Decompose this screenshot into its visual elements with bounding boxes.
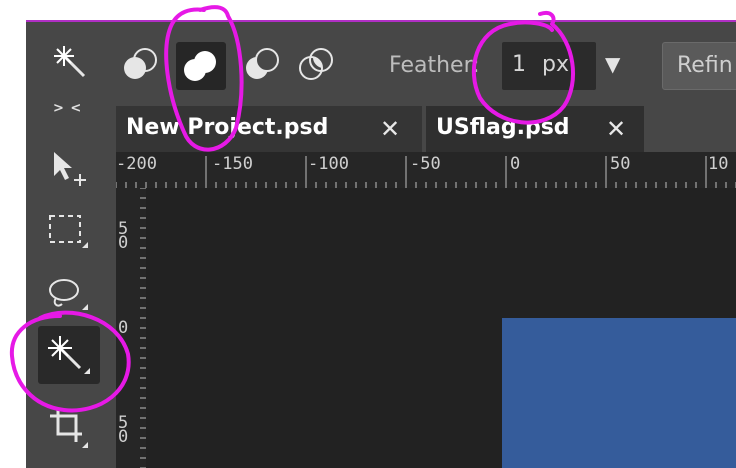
ruler-label: 5 0 (118, 413, 129, 447)
magic-wand-icon (50, 42, 92, 84)
crop-icon (50, 408, 88, 448)
tab-label: USflag.psd (436, 115, 570, 140)
feather-value: 1 (512, 52, 526, 77)
add-to-selection-icon (184, 51, 216, 81)
ruler-label: -100 (308, 154, 349, 174)
rectangular-marquee-icon (49, 215, 88, 248)
ruler-label: -150 (212, 154, 253, 174)
close-tab-icon[interactable]: ✕ (606, 115, 626, 143)
ruler-label: 10 (708, 154, 729, 174)
subtract-from-selection-icon (246, 48, 279, 79)
feather-dropdown-arrow[interactable]: ▼ (605, 52, 620, 76)
subtract-from-selection-mode-button[interactable] (242, 44, 284, 86)
us-flag-canton (502, 318, 736, 468)
move-tool-icon (54, 152, 86, 186)
vertical-ruler: 5 0 0 5 0 (116, 188, 146, 468)
ruler-label: -50 (410, 154, 441, 174)
feather-unit: px (542, 52, 569, 77)
lasso-tool-button[interactable] (38, 266, 100, 324)
lasso-icon (49, 279, 88, 310)
ruler-label: -200 (116, 154, 157, 174)
refine-edge-button[interactable]: Refin (662, 42, 736, 90)
close-tab-icon[interactable]: ✕ (380, 115, 400, 143)
new-selection-icon (124, 48, 157, 79)
app-window: Feather: 1 px ▼ Refin > < New Project.ps… (0, 0, 736, 468)
feather-input[interactable]: 1 px (502, 42, 596, 90)
new-selection-mode-button[interactable] (120, 44, 162, 86)
ruler-label: 0 (510, 154, 521, 174)
marquee-tool-button[interactable] (38, 204, 100, 262)
feather-label: Feather: (389, 53, 480, 78)
tab-new-project[interactable]: New Project.psd ✕ (116, 106, 422, 152)
window-margin-left (0, 0, 26, 468)
tab-label: New Project.psd (126, 115, 329, 140)
intersect-selection-icon (299, 48, 333, 80)
magic-wand-icon (48, 336, 90, 374)
intersect-selection-mode-button[interactable] (296, 44, 338, 86)
magic-wand-tool-button[interactable] (38, 326, 100, 384)
refine-edge-label: Refin (677, 53, 733, 78)
ruler-label: 5 0 (118, 219, 129, 253)
crop-tool-button[interactable] (38, 398, 100, 456)
collapse-panel-button[interactable]: > < (53, 101, 82, 116)
window-margin-top (0, 0, 736, 20)
ruler-label: 0 (118, 318, 129, 338)
add-to-selection-mode-button[interactable] (176, 42, 226, 90)
horizontal-ruler: -200 -150 -100 -50 0 50 10 (116, 152, 736, 188)
tab-usflag[interactable]: USflag.psd ✕ (426, 106, 644, 152)
move-tool-button[interactable] (38, 140, 100, 198)
ruler-label: 50 (610, 154, 631, 174)
